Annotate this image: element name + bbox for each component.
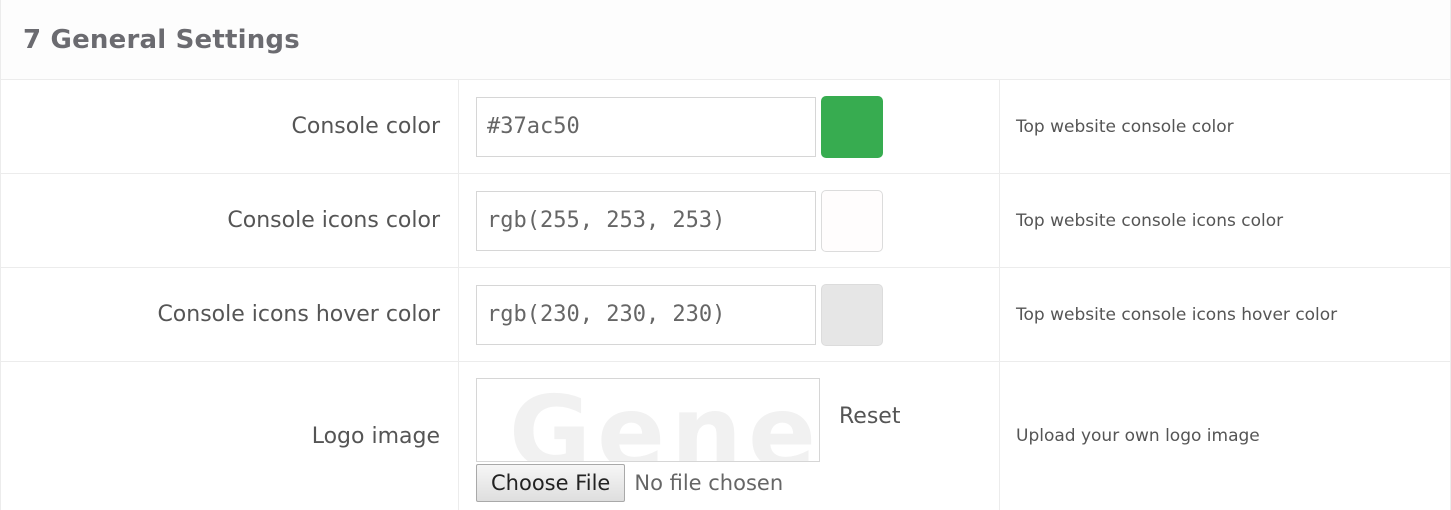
- file-input: Choose File No file chosen: [476, 464, 783, 502]
- logo-image-help: Upload your own logo image: [1016, 426, 1260, 446]
- console-color-input[interactable]: [476, 96, 816, 157]
- setting-row-console-icons-hover-color: Console icons hover color Top website co…: [1, 268, 1450, 362]
- console-icons-hover-color-label: Console icons hover color: [1, 268, 459, 361]
- setting-row-console-icons-color: Console icons color Top website console …: [1, 174, 1450, 268]
- console-icons-color-label: Console icons color: [1, 174, 459, 267]
- general-settings-panel: 7 General Settings Console color Top web…: [0, 0, 1451, 510]
- file-status-text: No file chosen: [634, 471, 784, 495]
- setting-row-console-color: Console color Top website console color: [1, 80, 1450, 174]
- console-color-label: Console color: [1, 80, 459, 173]
- console-icons-hover-color-swatch[interactable]: [821, 283, 883, 346]
- console-icons-color-control: [459, 174, 1000, 267]
- console-color-control: [459, 80, 1000, 173]
- console-icons-hover-color-input[interactable]: [476, 284, 816, 345]
- logo-upload-block: Gene Reset Choose File No file chosen: [476, 362, 996, 510]
- console-icons-hover-color-control: [459, 268, 1000, 361]
- section-title: 7 General Settings: [23, 24, 300, 55]
- console-color-help: Top website console color: [1016, 116, 1234, 137]
- panel-header: 7 General Settings: [1, 0, 1450, 80]
- console-icons-color-help: Top website console icons color: [1016, 210, 1284, 231]
- console-icons-hover-color-help: Top website console icons hover color: [1016, 304, 1338, 325]
- setting-row-logo-image: Logo image Gene Reset Choose File No fil…: [1, 362, 1450, 510]
- console-icons-color-input[interactable]: [476, 190, 816, 251]
- logo-image-label: Logo image: [1, 362, 459, 510]
- reset-logo-link[interactable]: Reset: [839, 404, 900, 429]
- console-color-swatch[interactable]: [821, 95, 883, 158]
- choose-file-button[interactable]: Choose File: [476, 464, 626, 502]
- console-icons-color-swatch[interactable]: [821, 189, 883, 252]
- logo-preview-image: Gene: [509, 378, 820, 462]
- logo-image-control: Gene Reset Choose File No file chosen: [459, 362, 1000, 510]
- logo-preview: Gene: [476, 378, 820, 462]
